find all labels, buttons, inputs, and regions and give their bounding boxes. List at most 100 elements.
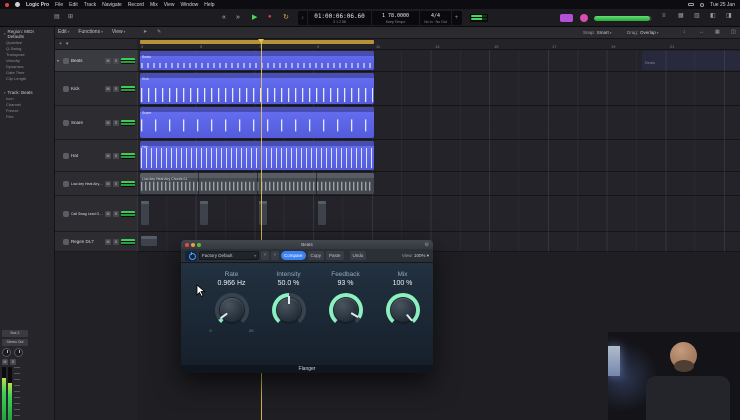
track-header-kick[interactable]: Kick M S — [55, 72, 137, 106]
lcd-signature[interactable]: 4/4 No In · No Out — [420, 11, 452, 25]
solo-button[interactable]: S — [113, 85, 119, 92]
feedback-knob[interactable] — [328, 293, 363, 327]
plugin-titlebar[interactable]: Beats ⚙ — [181, 240, 433, 249]
audio-clip[interactable] — [199, 200, 209, 226]
plugin-power-button[interactable] — [185, 250, 197, 261]
track-header-beats[interactable]: ▾ Beats M S — [55, 50, 137, 72]
solo-button[interactable]: S — [113, 57, 119, 64]
flanger-plugin-window[interactable]: Beats ⚙ Factory Default ▾ ‹ › Compare Cop… — [181, 240, 433, 373]
region-inspector-header[interactable]: ▾ Region: MIDI Defaults — [0, 27, 54, 40]
menu-help[interactable]: Help — [204, 2, 214, 8]
lane-beats[interactable]: Beats Beats — [137, 50, 740, 72]
region-beats-far[interactable]: Beats — [642, 51, 740, 70]
mute-button[interactable]: M — [105, 238, 111, 245]
menu-navigate[interactable]: Navigate — [102, 2, 122, 8]
list-editors-icon[interactable]: ≡ — [662, 12, 666, 21]
vertical-zoom-icon[interactable]: ↕ — [683, 29, 686, 35]
rewind-button[interactable]: « — [222, 12, 226, 23]
menu-logic-pro[interactable]: Logic Pro — [26, 2, 49, 8]
audio-clip[interactable] — [140, 235, 158, 247]
mixer-icon[interactable]: ▦ — [678, 12, 684, 21]
solo-button[interactable]: S — [113, 152, 119, 159]
solo-button[interactable]: S — [113, 210, 119, 217]
cycle-button[interactable]: ↻ — [283, 12, 289, 23]
audio-clip[interactable] — [140, 200, 150, 226]
master-volume-slider[interactable] — [594, 16, 652, 21]
compare-button[interactable]: Compare — [281, 251, 306, 260]
tracks-edit-menu[interactable]: Edit▾ — [58, 29, 69, 35]
metronome-button[interactable] — [580, 14, 588, 22]
gain-knob[interactable] — [14, 348, 23, 357]
tracks-functions-menu[interactable]: Functions▾ — [78, 29, 102, 35]
previous-preset-button[interactable]: ‹ — [261, 251, 269, 260]
view-menu[interactable]: View: 100% ▾ — [402, 253, 429, 259]
mix-knob[interactable] — [385, 293, 420, 327]
lane-kick[interactable]: Kick — [137, 72, 740, 106]
browser-icon[interactable]: ◨ — [726, 12, 732, 21]
lane-lowkey[interactable]: Low-key Heat Airy Chords 01 — [137, 172, 740, 196]
toggle-inspector-icon[interactable]: ⊞ — [68, 13, 73, 22]
pan-knob[interactable] — [2, 348, 11, 357]
strip-mute-button[interactable]: M — [2, 359, 8, 365]
forward-button[interactable]: » — [236, 12, 240, 23]
toggle-library-icon[interactable]: ▤ — [54, 13, 60, 22]
rate-knob[interactable] — [214, 293, 249, 327]
audio-clip[interactable] — [317, 200, 327, 226]
loops-browser-icon[interactable]: ◧ — [710, 12, 716, 21]
lcd-add-display-button[interactable]: + — [452, 11, 461, 25]
add-track-button[interactable]: + — [59, 41, 62, 47]
plugin-settings-gear-icon[interactable]: ⚙ — [425, 242, 429, 248]
drag-menu[interactable]: Drag: Overlap▾ — [627, 30, 659, 35]
copy-button[interactable]: Copy — [307, 251, 325, 260]
intensity-knob[interactable] — [271, 293, 306, 327]
lane-cali[interactable] — [137, 196, 740, 232]
menu-file[interactable]: File — [55, 2, 63, 8]
preset-dropdown[interactable]: Factory Default ▾ — [199, 251, 259, 260]
mute-button[interactable]: M — [105, 152, 111, 159]
track-header-regen[interactable]: Regen DL7 M S — [55, 232, 137, 252]
menu-view[interactable]: View — [164, 2, 175, 8]
track-header-snare[interactable]: Snare M S — [55, 106, 137, 140]
lcd-time[interactable]: 01:00:06:06.60 3 1 2 58 — [308, 11, 372, 25]
solo-button[interactable]: S — [113, 180, 119, 187]
disclosure-triangle-icon[interactable]: ▾ — [57, 58, 61, 63]
lane-snare[interactable]: Snare — [137, 106, 740, 140]
audio-clip[interactable] — [258, 200, 268, 226]
strip-solo-button[interactable]: S — [10, 359, 16, 365]
editors-icon[interactable]: ▥ — [694, 12, 700, 21]
horizontal-zoom-icon[interactable]: ↔ — [699, 29, 704, 35]
menubar-clock[interactable]: Tue 25 Jan — [710, 2, 735, 8]
lcd-display[interactable]: ♪ 01:00:06:06.60 3 1 2 58 1 78.0000 Keep… — [298, 11, 462, 25]
tuner-button[interactable] — [560, 14, 573, 22]
bar-ruler[interactable]: 3 5 7 9 11 13 15 17 19 21 — [137, 39, 740, 50]
lcd-tempo[interactable]: 1 78.0000 Keep Tempo — [372, 11, 420, 25]
undo-button[interactable]: Undo — [349, 251, 367, 260]
zoom-presets-icon[interactable]: ◫ — [731, 29, 736, 35]
region-beats-summary[interactable]: Beats — [140, 51, 374, 70]
track-header-lowkey[interactable]: Low-key Heat Airy Chords 01 M S — [55, 172, 137, 196]
menu-edit[interactable]: Edit — [69, 2, 78, 8]
track-param[interactable]: Flex — [0, 114, 54, 120]
apple-menu-icon[interactable] — [15, 2, 20, 7]
waveform-zoom-icon[interactable]: ▦ — [715, 29, 720, 35]
menu-window[interactable]: Window — [180, 2, 198, 8]
output-bus-slot[interactable]: Bus 2 — [2, 330, 28, 337]
solo-button[interactable]: S — [113, 238, 119, 245]
tracks-view-menu[interactable]: View▾ — [112, 29, 126, 35]
output-stereo-slot[interactable]: Stereo Out — [2, 339, 28, 346]
menu-track[interactable]: Track — [84, 2, 96, 8]
control-center-icon[interactable] — [700, 2, 705, 7]
track-lanes[interactable]: Beats Beats Kick Snare Hat Low-key Heat … — [137, 50, 740, 252]
region-param[interactable]: Clip Length — [0, 76, 54, 82]
cycle-region[interactable] — [140, 40, 374, 44]
play-button[interactable]: ▶ — [252, 12, 257, 23]
region-hat[interactable]: Hat — [140, 141, 374, 170]
paste-button[interactable]: Paste — [326, 251, 344, 260]
next-preset-button[interactable]: › — [271, 251, 279, 260]
track-sort-icon[interactable]: ▾ — [66, 41, 69, 47]
mute-button[interactable]: M — [105, 210, 111, 217]
lane-hat[interactable]: Hat — [137, 140, 740, 172]
snap-menu[interactable]: Snap: Smart▾ — [583, 30, 612, 35]
solo-button[interactable]: S — [113, 119, 119, 126]
pointer-tool-icon[interactable]: ➤ — [143, 29, 147, 35]
